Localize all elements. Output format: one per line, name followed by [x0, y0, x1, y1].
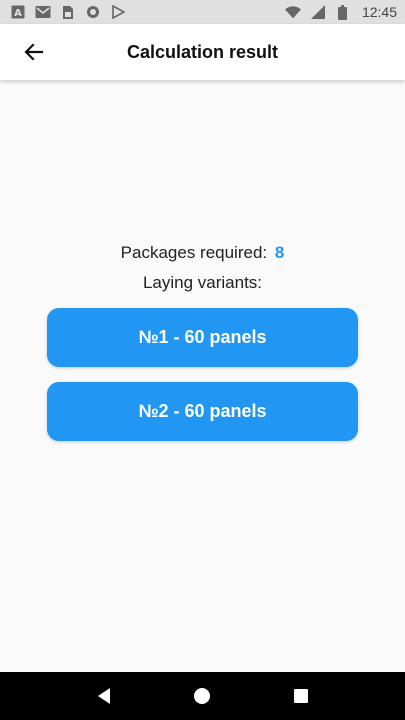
gmail-icon [35, 4, 51, 20]
variant-1-label: №1 - 60 panels [138, 327, 267, 347]
page-title: Calculation result [126, 42, 279, 62]
status-bar: A 12:45 [0, 0, 405, 24]
packages-label: Packages required: [120, 243, 268, 262]
nav-home-button[interactable] [182, 676, 222, 716]
cellular-icon [310, 4, 326, 20]
variant-2-button[interactable]: №2 - 60 panels [47, 382, 358, 441]
app-bar: Calculation result [0, 24, 405, 80]
wifi-icon [284, 4, 301, 20]
variant-2-label: №2 - 60 panels [138, 401, 267, 421]
screen: A 12:45 Calculation result Packages requ… [0, 0, 405, 720]
laying-variants-label: Laying variants: [142, 273, 263, 292]
a-letter-icon: A [10, 4, 26, 20]
nav-recents-button[interactable] [281, 676, 321, 716]
variant-1-button[interactable]: №1 - 60 panels [47, 308, 358, 367]
status-bar-notifications: A [10, 4, 126, 20]
battery-icon [335, 4, 351, 20]
status-bar-system: 12:45 [284, 4, 397, 20]
navigation-bar [0, 672, 405, 720]
sim-card-icon [60, 4, 76, 20]
recents-square-icon [293, 688, 309, 704]
packages-value: 8 [274, 243, 285, 262]
arrow-back-icon [24, 42, 44, 62]
back-triangle-icon [96, 687, 112, 705]
result-content: Packages required: 8 Laying variants: №1… [0, 80, 405, 672]
home-circle-icon [193, 687, 211, 705]
svg-text:A: A [14, 8, 22, 19]
record-icon [85, 4, 101, 20]
nav-back-button[interactable] [84, 676, 124, 716]
back-button[interactable] [14, 32, 54, 72]
packages-required: Packages required: 8 [0, 243, 405, 263]
play-store-icon [110, 4, 126, 20]
status-time: 12:45 [361, 4, 397, 20]
